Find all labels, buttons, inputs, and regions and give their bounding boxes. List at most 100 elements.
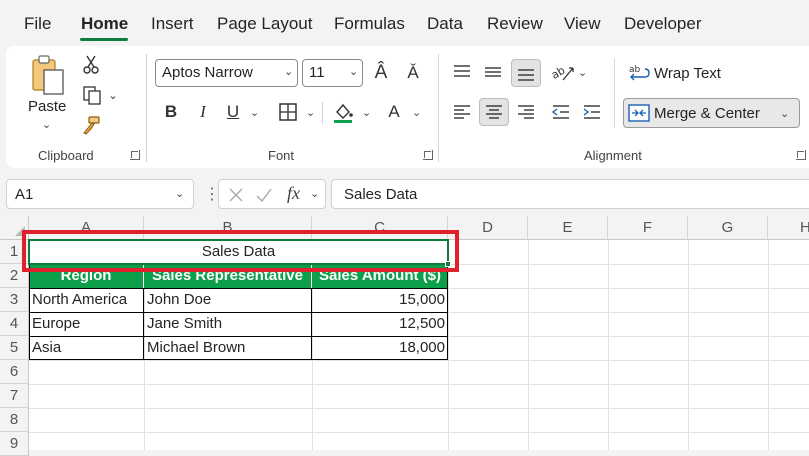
font-launcher-icon[interactable] <box>423 150 433 160</box>
row-header-8[interactable]: 8 <box>0 408 29 432</box>
table-cell[interactable]: Asia <box>29 336 144 360</box>
chevron-down-icon: ⌄ <box>108 89 118 102</box>
align-center-button[interactable] <box>479 98 509 126</box>
insert-function-icon[interactable]: fx <box>287 183 300 204</box>
table-cell[interactable]: 18,000 <box>312 336 448 360</box>
column-header-f[interactable]: F <box>608 216 688 240</box>
tab-insert[interactable]: Insert <box>151 14 194 34</box>
align-right-button[interactable] <box>514 100 538 124</box>
paste-label: Paste <box>28 98 67 115</box>
decrease-indent-icon <box>551 105 569 119</box>
align-left-button[interactable] <box>450 100 474 124</box>
tab-file[interactable]: File <box>24 14 51 34</box>
italic-button[interactable]: I <box>192 100 214 124</box>
increase-indent-button[interactable] <box>580 100 604 124</box>
chevron-down-icon[interactable]: ⌄ <box>412 106 421 119</box>
tab-page-layout[interactable]: Page Layout <box>217 14 312 34</box>
table-cell[interactable]: North America <box>29 288 144 312</box>
table-cell[interactable]: 15,000 <box>312 288 448 312</box>
highlight-annotation-box <box>22 230 459 272</box>
clipboard-launcher-icon[interactable] <box>130 150 140 160</box>
row-header-7[interactable]: 7 <box>0 384 29 408</box>
cut-button[interactable] <box>80 54 102 76</box>
format-painter-icon <box>83 116 100 135</box>
tab-view[interactable]: View <box>564 14 601 34</box>
tab-developer[interactable]: Developer <box>624 14 702 34</box>
decrease-indent-button[interactable] <box>549 100 573 124</box>
chevron-down-icon[interactable]: ⌄ <box>362 106 371 119</box>
chevron-down-icon[interactable]: ⌄ <box>578 66 587 79</box>
row-header-6[interactable]: 6 <box>0 360 29 384</box>
table-border <box>29 288 448 289</box>
chevron-down-icon[interactable]: ⌄ <box>250 106 259 119</box>
table-cell[interactable]: John Doe <box>144 288 312 312</box>
tab-home[interactable]: Home <box>81 14 128 34</box>
top-align-button[interactable] <box>450 60 474 84</box>
fill-color-icon <box>334 103 353 123</box>
paste-button[interactable]: Paste ⌄ <box>26 54 70 134</box>
column-header-e[interactable]: E <box>528 216 608 240</box>
increase-font-icon: Â <box>374 62 388 83</box>
gridline <box>29 432 809 433</box>
name-box[interactable]: A1 ⌄ <box>6 179 194 209</box>
fill-color-button[interactable] <box>330 99 356 125</box>
borders-button[interactable] <box>276 100 300 124</box>
column-header-d[interactable]: D <box>448 216 528 240</box>
font-color-button[interactable]: A <box>384 99 404 125</box>
row-header-9[interactable]: 9 <box>0 432 29 456</box>
row-header-3[interactable]: 3 <box>0 288 29 312</box>
row-header-5[interactable]: 5 <box>0 336 29 360</box>
bottom-align-button[interactable] <box>511 59 541 87</box>
active-tab-indicator <box>80 38 128 41</box>
orientation-icon: ab <box>551 64 574 82</box>
svg-text:ab: ab <box>629 65 641 75</box>
align-right-icon <box>518 105 534 119</box>
menu-bar: File Home Insert Page Layout Formulas Da… <box>0 0 809 42</box>
chevron-down-icon[interactable]: ⌄ <box>310 187 319 200</box>
column-header-g[interactable]: G <box>688 216 768 240</box>
merge-center-button[interactable]: Merge & Center ⌄ <box>623 98 800 128</box>
cancel-icon[interactable] <box>227 186 245 204</box>
decrease-font-size-button[interactable]: Ǎ <box>401 61 425 85</box>
tab-review[interactable]: Review <box>487 14 543 34</box>
font-size-select[interactable]: 11 ⌄ <box>302 59 363 87</box>
format-painter-button[interactable] <box>80 114 102 136</box>
bold-button[interactable]: B <box>160 100 182 124</box>
tab-formulas[interactable]: Formulas <box>334 14 405 34</box>
ribbon-separator <box>614 58 615 128</box>
chevron-down-icon: ⌄ <box>42 119 52 131</box>
middle-align-icon <box>485 67 501 77</box>
table-cell[interactable]: Michael Brown <box>144 336 312 360</box>
tab-data[interactable]: Data <box>427 14 463 34</box>
enter-check-icon[interactable] <box>255 186 273 204</box>
wrap-text-label: Wrap Text <box>654 65 721 82</box>
middle-align-button[interactable] <box>481 60 505 84</box>
table-cell[interactable]: 12,500 <box>312 312 448 336</box>
gridline <box>29 408 809 409</box>
wrap-text-button[interactable]: ab Wrap Text <box>627 60 737 86</box>
increase-indent-icon <box>583 105 600 119</box>
table-border <box>29 336 448 337</box>
merge-center-label: Merge & Center <box>654 105 760 122</box>
formula-input[interactable]: Sales Data <box>331 179 809 209</box>
table-cell[interactable]: Europe <box>29 312 144 336</box>
row-header-4[interactable]: 4 <box>0 312 29 336</box>
table-border <box>143 288 144 360</box>
ribbon-separator <box>146 54 147 162</box>
align-center-icon <box>486 105 502 119</box>
increase-font-size-button[interactable]: Â <box>369 61 393 85</box>
decrease-font-icon: Ǎ <box>407 63 419 82</box>
alignment-launcher-icon[interactable] <box>796 150 806 160</box>
gridline <box>608 240 609 450</box>
chevron-down-icon[interactable]: ⌄ <box>306 106 315 119</box>
table-cell[interactable]: Jane Smith <box>144 312 312 336</box>
gridline <box>528 240 529 450</box>
copy-icon <box>83 86 102 105</box>
orientation-button[interactable]: ab <box>550 60 576 84</box>
font-size-value: 11 <box>309 64 325 81</box>
copy-button[interactable]: ⌄ <box>80 84 120 106</box>
font-name-select[interactable]: Aptos Narrow ⌄ <box>155 59 298 87</box>
table-border <box>447 264 448 360</box>
underline-button[interactable]: U <box>222 100 244 124</box>
column-header-h[interactable]: H <box>768 216 809 240</box>
